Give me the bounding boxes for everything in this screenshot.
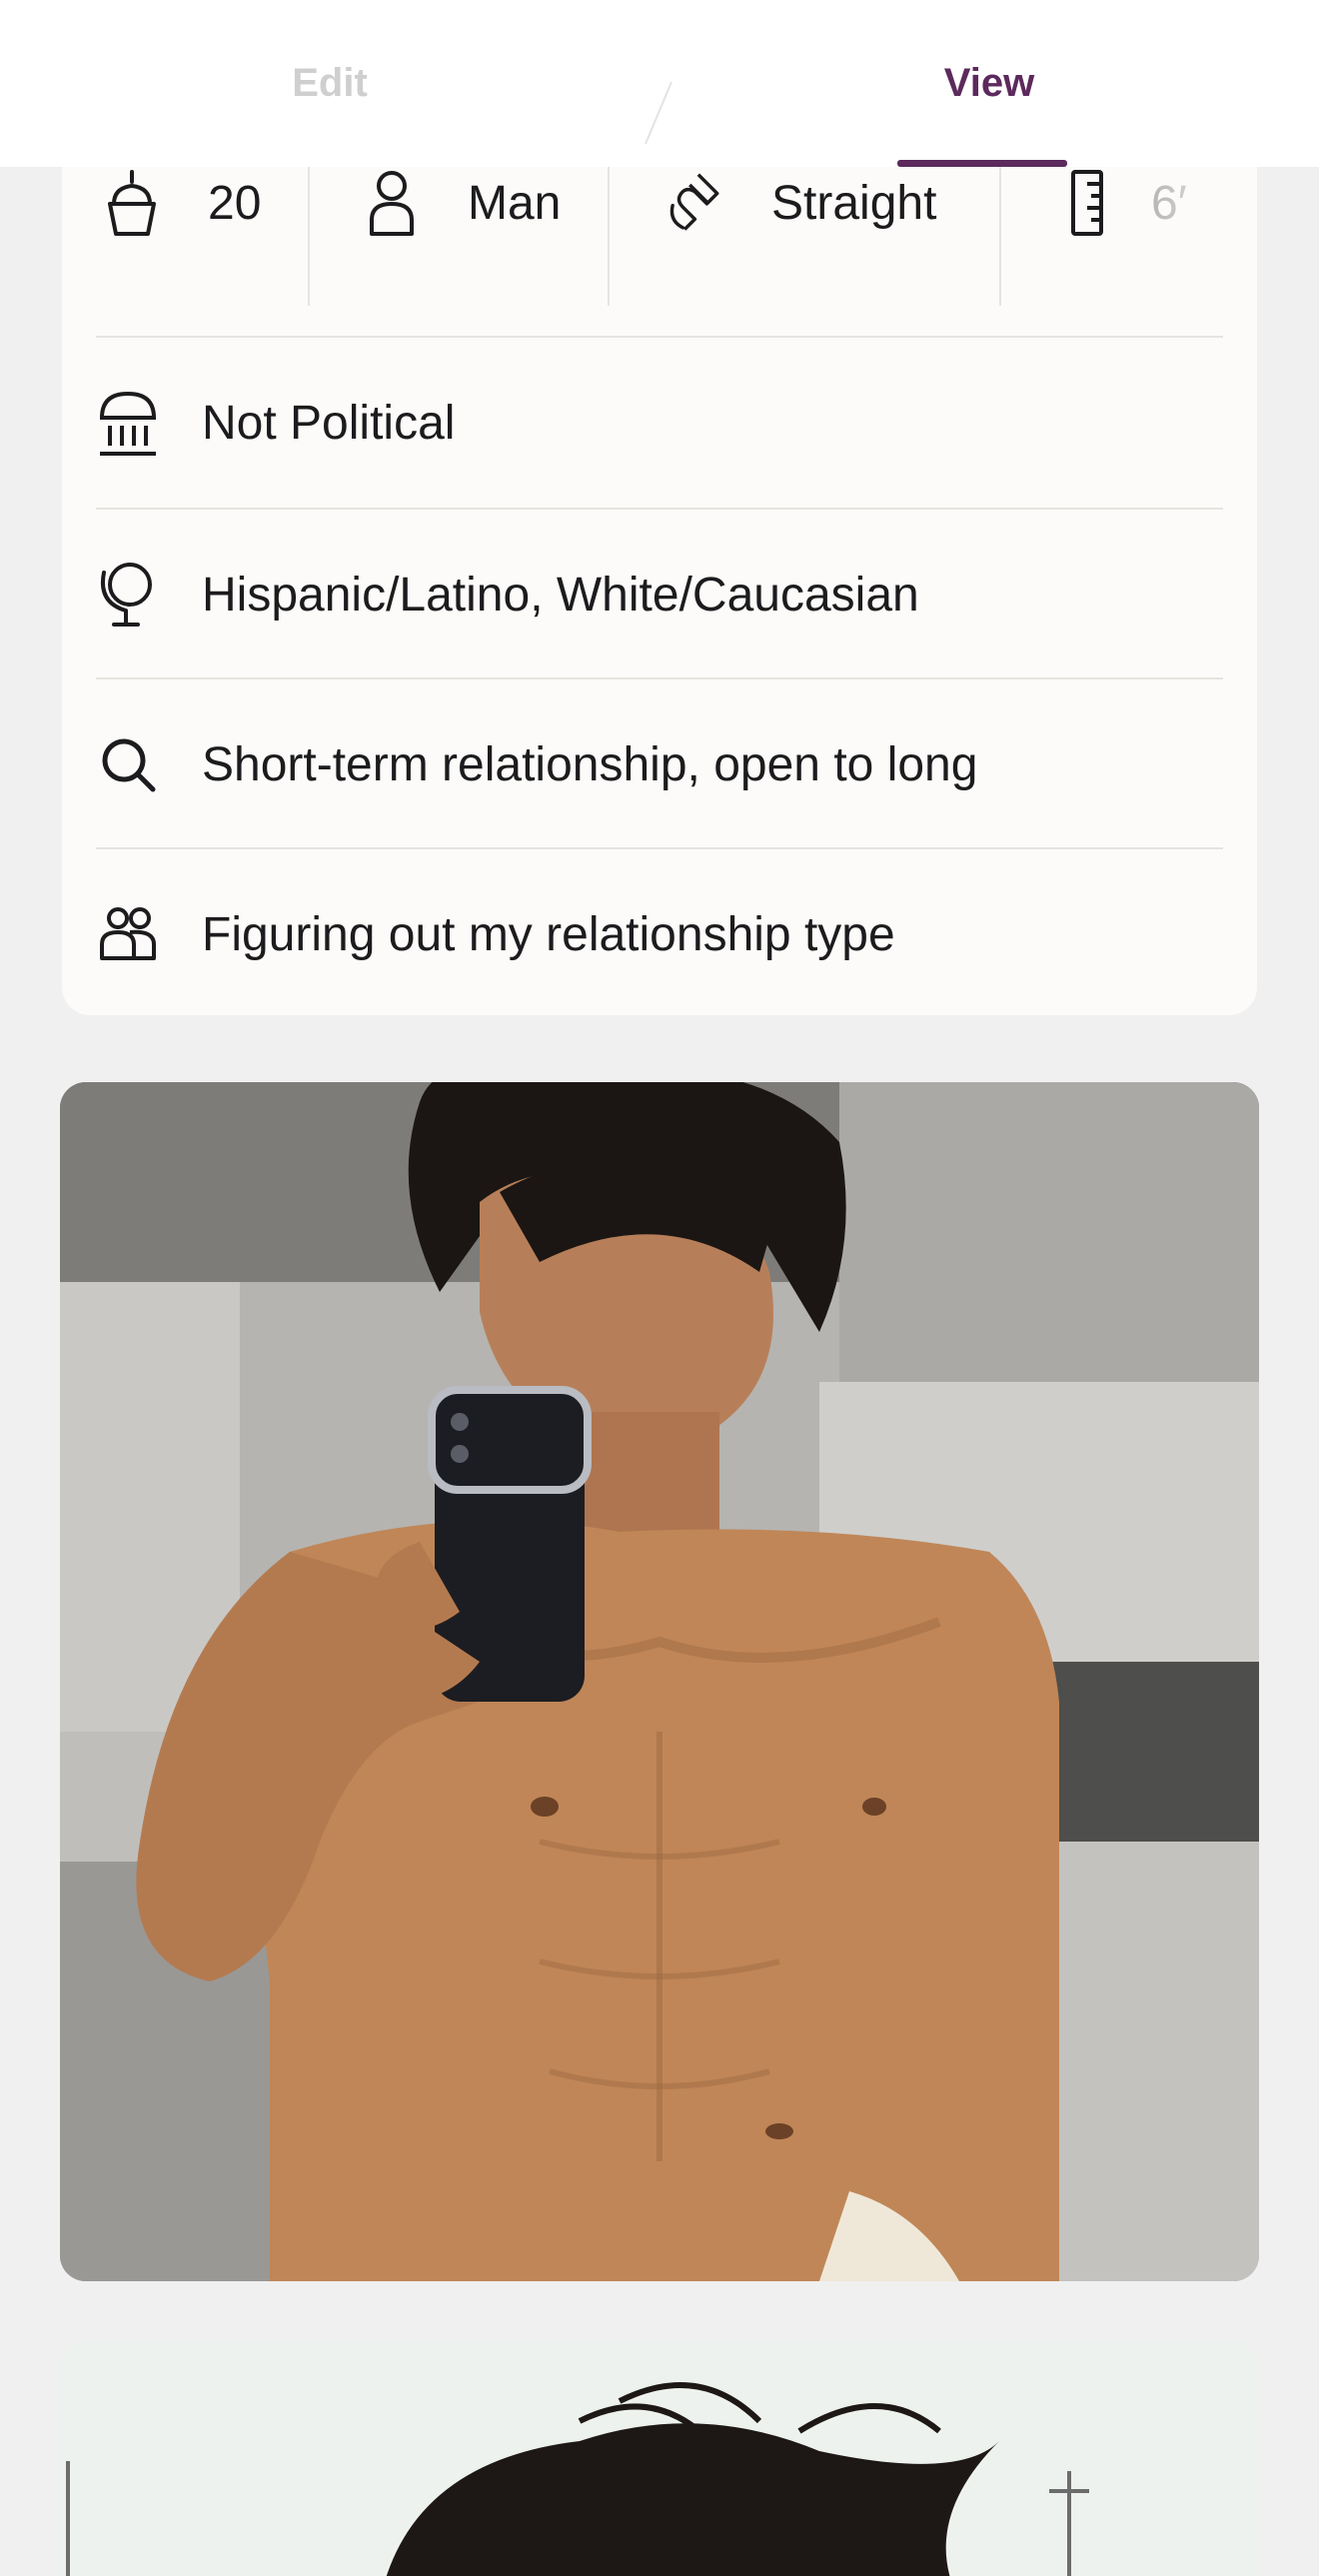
mirror-selfie-photo (60, 1082, 1259, 2281)
sexuality-value: Straight (771, 176, 937, 230)
ruler-icon (1057, 168, 1117, 238)
ethnicity-value: Hispanic/Latino, White/Caucasian (202, 568, 919, 622)
person-icon (362, 168, 422, 238)
relationship-type-value: Figuring out my relationship type (202, 907, 895, 961)
government-building-icon (96, 388, 160, 458)
tab-view[interactable]: View (660, 0, 1319, 167)
cupcake-icon (102, 168, 162, 238)
age-value: 20 (208, 176, 262, 230)
magnet-icon (667, 168, 727, 238)
profile-photo[interactable] (60, 1082, 1259, 2281)
vital-separator (999, 166, 1001, 306)
people-icon (96, 899, 160, 969)
vital-separator (608, 166, 610, 306)
dating-intention-value: Short-term relationship, open to long (202, 737, 978, 791)
detail-row-relationship-type: Figuring out my relationship type (96, 849, 1223, 1015)
search-icon (96, 729, 160, 799)
vital-separator (308, 166, 310, 306)
detail-row-ethnicity: Hispanic/Latino, White/Caucasian (96, 510, 1223, 679)
globe-icon (96, 560, 160, 630)
outdoor-photo (60, 2341, 1259, 2576)
profile-tab-bar: Edit View (0, 0, 1319, 167)
detail-row-politics: Not Political (96, 338, 1223, 508)
politics-value: Not Political (202, 396, 456, 450)
gender-value: Man (468, 176, 562, 230)
profile-info-card: 20 Man Straight Not Political Hispanic/L… (62, 100, 1257, 1015)
profile-photo-2[interactable] (60, 2341, 1259, 2576)
tab-edit[interactable]: Edit (0, 0, 660, 167)
detail-row-dating-intention: Short-term relationship, open to long (96, 679, 1223, 849)
active-tab-indicator (897, 160, 1067, 167)
